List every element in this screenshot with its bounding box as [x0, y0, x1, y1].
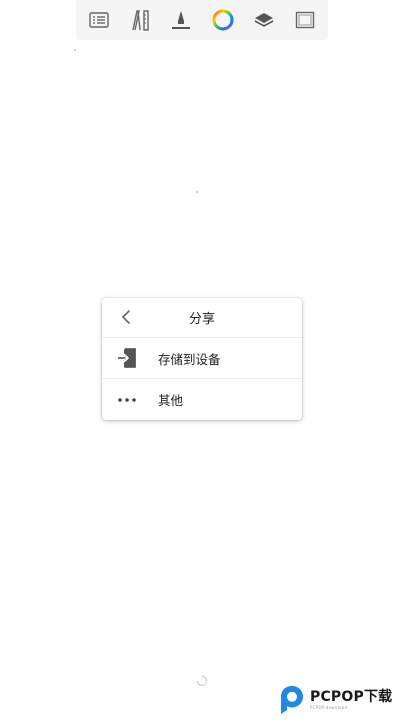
- list-icon[interactable]: [86, 7, 112, 33]
- more-dots-icon: [116, 389, 138, 411]
- refresh-icon: [196, 672, 208, 687]
- menu-item-label: 其他: [158, 393, 184, 408]
- brush-icon[interactable]: [168, 7, 194, 33]
- save-to-device-icon: [116, 347, 138, 369]
- top-toolbar: [76, 0, 328, 40]
- color-wheel-icon[interactable]: [210, 7, 236, 33]
- menu-item-label: 存储到设备: [158, 351, 221, 367]
- chevron-left-icon[interactable]: [116, 307, 136, 327]
- dialog-title: 分享: [188, 312, 215, 327]
- watermark-subtext: PCPOP.download: [310, 705, 348, 710]
- layers-icon[interactable]: [251, 7, 277, 33]
- menu-item-other[interactable]: 其他: [102, 379, 302, 420]
- canvas-dot: [74, 49, 76, 51]
- menu-item-save-to-device[interactable]: 存储到设备: [102, 338, 302, 379]
- canvas-dot: [196, 191, 198, 193]
- canvas-frame-icon[interactable]: [292, 7, 318, 33]
- pcpop-logo-icon: [278, 684, 306, 716]
- drawing-canvas[interactable]: 分享 存储到设备 其他 PCPOP下载 PCPOP.download: [0, 0, 404, 720]
- share-dialog: 分享 存储到设备 其他: [102, 298, 302, 420]
- watermark-text: PCPOP下载: [310, 689, 393, 705]
- dialog-header: 分享: [102, 298, 302, 338]
- pencil-ruler-icon[interactable]: [127, 7, 153, 33]
- watermark: PCPOP下载 PCPOP.download: [278, 683, 402, 717]
